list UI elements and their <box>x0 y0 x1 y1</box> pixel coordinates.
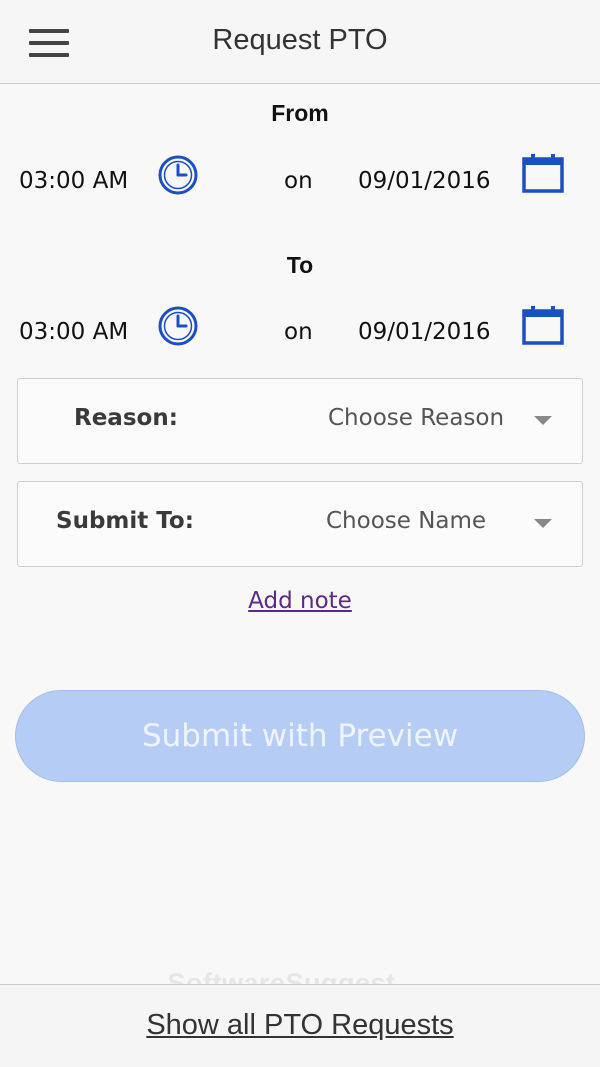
app-header: Request PTO <box>0 0 600 84</box>
submit-with-preview-button[interactable]: Submit with Preview <box>15 690 585 782</box>
page-title: Request PTO <box>212 24 388 56</box>
reason-value: Choose Reason <box>328 405 505 431</box>
from-date[interactable]: 09/01/2016 <box>358 168 491 194</box>
from-time[interactable]: 03:00 AM <box>19 168 128 194</box>
from-on-label: on <box>284 168 313 194</box>
add-note-link[interactable]: Add note <box>0 588 600 614</box>
chevron-down-icon <box>534 519 552 528</box>
chevron-down-icon <box>534 416 552 425</box>
to-on-label: on <box>284 319 313 345</box>
reason-select[interactable]: Reason: Choose Reason <box>17 378 583 464</box>
to-time[interactable]: 03:00 AM <box>19 319 128 345</box>
reason-label: Reason: <box>74 405 178 431</box>
calendar-icon[interactable] <box>521 304 565 346</box>
to-label: To <box>286 252 314 278</box>
clock-icon[interactable] <box>157 154 199 196</box>
from-label: From <box>271 100 329 126</box>
to-date[interactable]: 09/01/2016 <box>358 319 491 345</box>
submit-to-label: Submit To: <box>56 508 194 534</box>
calendar-icon[interactable] <box>521 152 565 194</box>
footer-bar: Show all PTO Requests <box>0 984 600 1067</box>
show-all-pto-requests-link[interactable]: Show all PTO Requests <box>0 1009 600 1042</box>
submit-to-select[interactable]: Submit To: Choose Name <box>17 481 583 567</box>
clock-icon[interactable] <box>157 305 199 347</box>
submit-to-value: Choose Name <box>326 508 487 534</box>
